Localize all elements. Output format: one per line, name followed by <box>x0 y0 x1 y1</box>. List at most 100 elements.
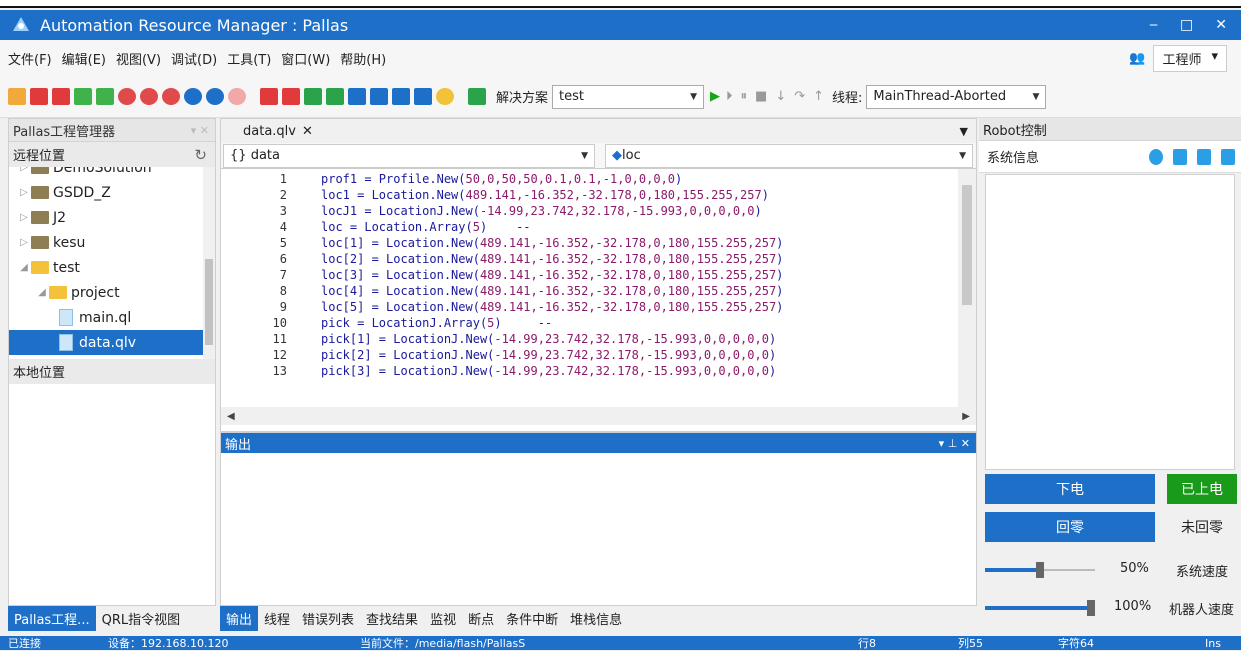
tree-item-gsdd-z[interactable]: ▷ GSDD_Z <box>9 180 205 205</box>
code-line[interactable]: 10 pick = LocationJ.Array(5) -- <box>221 315 976 331</box>
refresh-icon[interactable]: ↻ <box>194 146 207 164</box>
code-line[interactable]: 6 loc[2] = Location.New(489.141,-16.352,-… <box>221 251 976 267</box>
tab-error-list[interactable]: 错误列表 <box>296 606 360 631</box>
menu-file[interactable]: 文件(F) <box>8 49 52 68</box>
member-dropdown[interactable]: ◆loc ▼ <box>605 143 973 168</box>
clear-bookmark-icon[interactable] <box>414 88 432 105</box>
cut-icon[interactable] <box>118 88 136 105</box>
panel-controls-icon[interactable]: ▾ ⊥ ✕ <box>939 437 970 450</box>
collapse-icon[interactable]: ◢ <box>35 287 49 298</box>
bookmark-icon[interactable] <box>348 88 366 105</box>
pause-icon[interactable]: ⏸ <box>741 89 748 104</box>
undo-icon[interactable] <box>140 88 158 105</box>
tree-scrollbar[interactable] <box>203 167 215 359</box>
slider-knob[interactable] <box>1087 600 1095 616</box>
prev-bookmark-icon[interactable] <box>370 88 388 105</box>
clipboard-icon[interactable] <box>1173 148 1187 165</box>
tab-stack-info[interactable]: 堆栈信息 <box>564 606 628 631</box>
code-line[interactable]: 1 prof1 = Profile.New(50,0,50,50,0.1,0.1,… <box>221 171 976 187</box>
power-off-button[interactable]: 下电 <box>985 474 1155 504</box>
code-vertical-scrollbar[interactable] <box>958 169 976 407</box>
tab-output[interactable]: 输出 <box>220 605 259 631</box>
scroll-left-icon[interactable]: ◀ <box>227 411 235 422</box>
outdent-icon[interactable] <box>282 88 300 105</box>
robot-speed-slider[interactable] <box>985 600 1095 616</box>
trash-icon[interactable] <box>1221 148 1235 165</box>
role-dropdown[interactable]: 工程师 ▾ <box>1153 44 1227 72</box>
close-icon[interactable]: ✕ <box>1215 17 1227 33</box>
step-into-icon[interactable]: ↓ <box>775 89 786 104</box>
scroll-thumb[interactable] <box>962 185 972 305</box>
tree-item-main-ql[interactable]: main.ql <box>9 305 205 330</box>
menu-tools[interactable]: 工具(T) <box>227 49 271 68</box>
tree-item-test[interactable]: ◢ test <box>9 255 205 280</box>
local-section-header[interactable]: 本地位置 <box>9 359 215 384</box>
close-icon[interactable]: ▾ ✕ <box>191 124 209 137</box>
new-file-icon[interactable] <box>74 88 92 105</box>
tree-item-j2[interactable]: ▷ J2 <box>9 205 205 230</box>
system-speed-slider[interactable] <box>985 562 1095 578</box>
code-line[interactable]: 2 loc1 = Location.New(489.141,-16.352,-32… <box>221 187 976 203</box>
scope-dropdown[interactable]: {} data ▼ <box>223 143 595 168</box>
code-horizontal-scrollbar[interactable]: ◀ ▶ <box>221 407 976 425</box>
tab-list-icon[interactable]: ▼ <box>960 125 968 138</box>
code-area[interactable]: 1 prof1 = Profile.New(50,0,50,50,0.1,0.1,… <box>221 169 976 407</box>
step-over-icon[interactable]: ↷ <box>794 89 805 104</box>
export-icon[interactable] <box>1197 148 1211 165</box>
expand-icon[interactable]: ▷ <box>17 167 31 173</box>
back-icon[interactable] <box>184 88 202 105</box>
tree-item-project[interactable]: ◢ project <box>9 280 205 305</box>
step-out-icon[interactable]: ↑ <box>813 89 824 104</box>
code-line[interactable]: 3 locJ1 = LocationJ.New(-14.99,23.742,32.… <box>221 203 976 219</box>
close-icon[interactable]: ✕ <box>302 124 313 139</box>
maximize-icon[interactable]: □ <box>1180 17 1193 33</box>
tab-find-results[interactable]: 查找结果 <box>360 606 424 631</box>
tree-item-kesu[interactable]: ▷ kesu <box>9 230 205 255</box>
run-icon[interactable]: ▶ <box>710 89 720 104</box>
link-icon[interactable] <box>228 88 246 105</box>
menu-window[interactable]: 窗口(W) <box>281 49 330 68</box>
menu-edit[interactable]: 编辑(E) <box>62 49 106 68</box>
menu-help[interactable]: 帮助(H) <box>340 49 386 68</box>
uncomment-icon[interactable] <box>326 88 344 105</box>
comment-icon[interactable] <box>304 88 322 105</box>
code-line[interactable]: 12 pick[2] = LocationJ.New(-14.99,23.742,… <box>221 347 976 363</box>
step-run-icon[interactable]: ⏵ <box>726 89 733 104</box>
info-icon[interactable] <box>1149 148 1163 165</box>
open-folder-icon[interactable] <box>8 88 26 105</box>
save-all-icon[interactable] <box>52 88 70 105</box>
tab-data-qlv[interactable]: data.qlv ✕ <box>243 124 313 139</box>
remote-section-header[interactable]: 远程位置 ↻ <box>9 142 215 167</box>
redo-icon[interactable] <box>162 88 180 105</box>
scroll-thumb[interactable] <box>205 259 213 345</box>
expand-icon[interactable]: ▷ <box>17 237 31 248</box>
next-bookmark-icon[interactable] <box>392 88 410 105</box>
scroll-right-icon[interactable]: ▶ <box>962 411 970 422</box>
tab-threads[interactable]: 线程 <box>258 606 296 631</box>
expand-icon[interactable]: ▷ <box>17 212 31 223</box>
menu-debug[interactable]: 调试(D) <box>171 49 217 68</box>
tab-project-manager[interactable]: Pallas工程... <box>8 605 96 631</box>
code-line[interactable]: 9 loc[5] = Location.New(489.141,-16.352,-… <box>221 299 976 315</box>
tree-item-demosolution[interactable]: ▷ DemoSolution <box>9 167 205 180</box>
solution-dropdown[interactable]: test ▼ <box>552 84 705 109</box>
forward-icon[interactable] <box>206 88 224 105</box>
stop-icon[interactable]: ■ <box>755 89 767 104</box>
tab-breakpoints[interactable]: 断点 <box>462 606 500 631</box>
code-line[interactable]: 7 loc[3] = Location.New(489.141,-16.352,-… <box>221 267 976 283</box>
copy-icon[interactable] <box>96 88 114 105</box>
tab-watch[interactable]: 监视 <box>424 606 462 631</box>
save-icon[interactable] <box>30 88 48 105</box>
code-line[interactable]: 5 loc[1] = Location.New(489.141,-16.352,-… <box>221 235 976 251</box>
indent-icon[interactable] <box>260 88 278 105</box>
tab-conditional-break[interactable]: 条件中断 <box>500 606 564 631</box>
slider-knob[interactable] <box>1036 562 1044 578</box>
code-line[interactable]: 4 loc = Location.Array(5) -- <box>221 219 976 235</box>
expand-icon[interactable]: ▷ <box>17 187 31 198</box>
minimize-icon[interactable]: ‒ <box>1149 17 1158 33</box>
tree-item-data-qlv[interactable]: data.qlv <box>9 330 205 355</box>
tab-qrl-commands[interactable]: QRL指令视图 <box>96 606 187 631</box>
thread-dropdown[interactable]: MainThread-Aborted ▼ <box>866 84 1047 109</box>
menu-view[interactable]: 视图(V) <box>116 49 161 68</box>
code-line[interactable]: 11 pick[1] = LocationJ.New(-14.99,23.742,… <box>221 331 976 347</box>
